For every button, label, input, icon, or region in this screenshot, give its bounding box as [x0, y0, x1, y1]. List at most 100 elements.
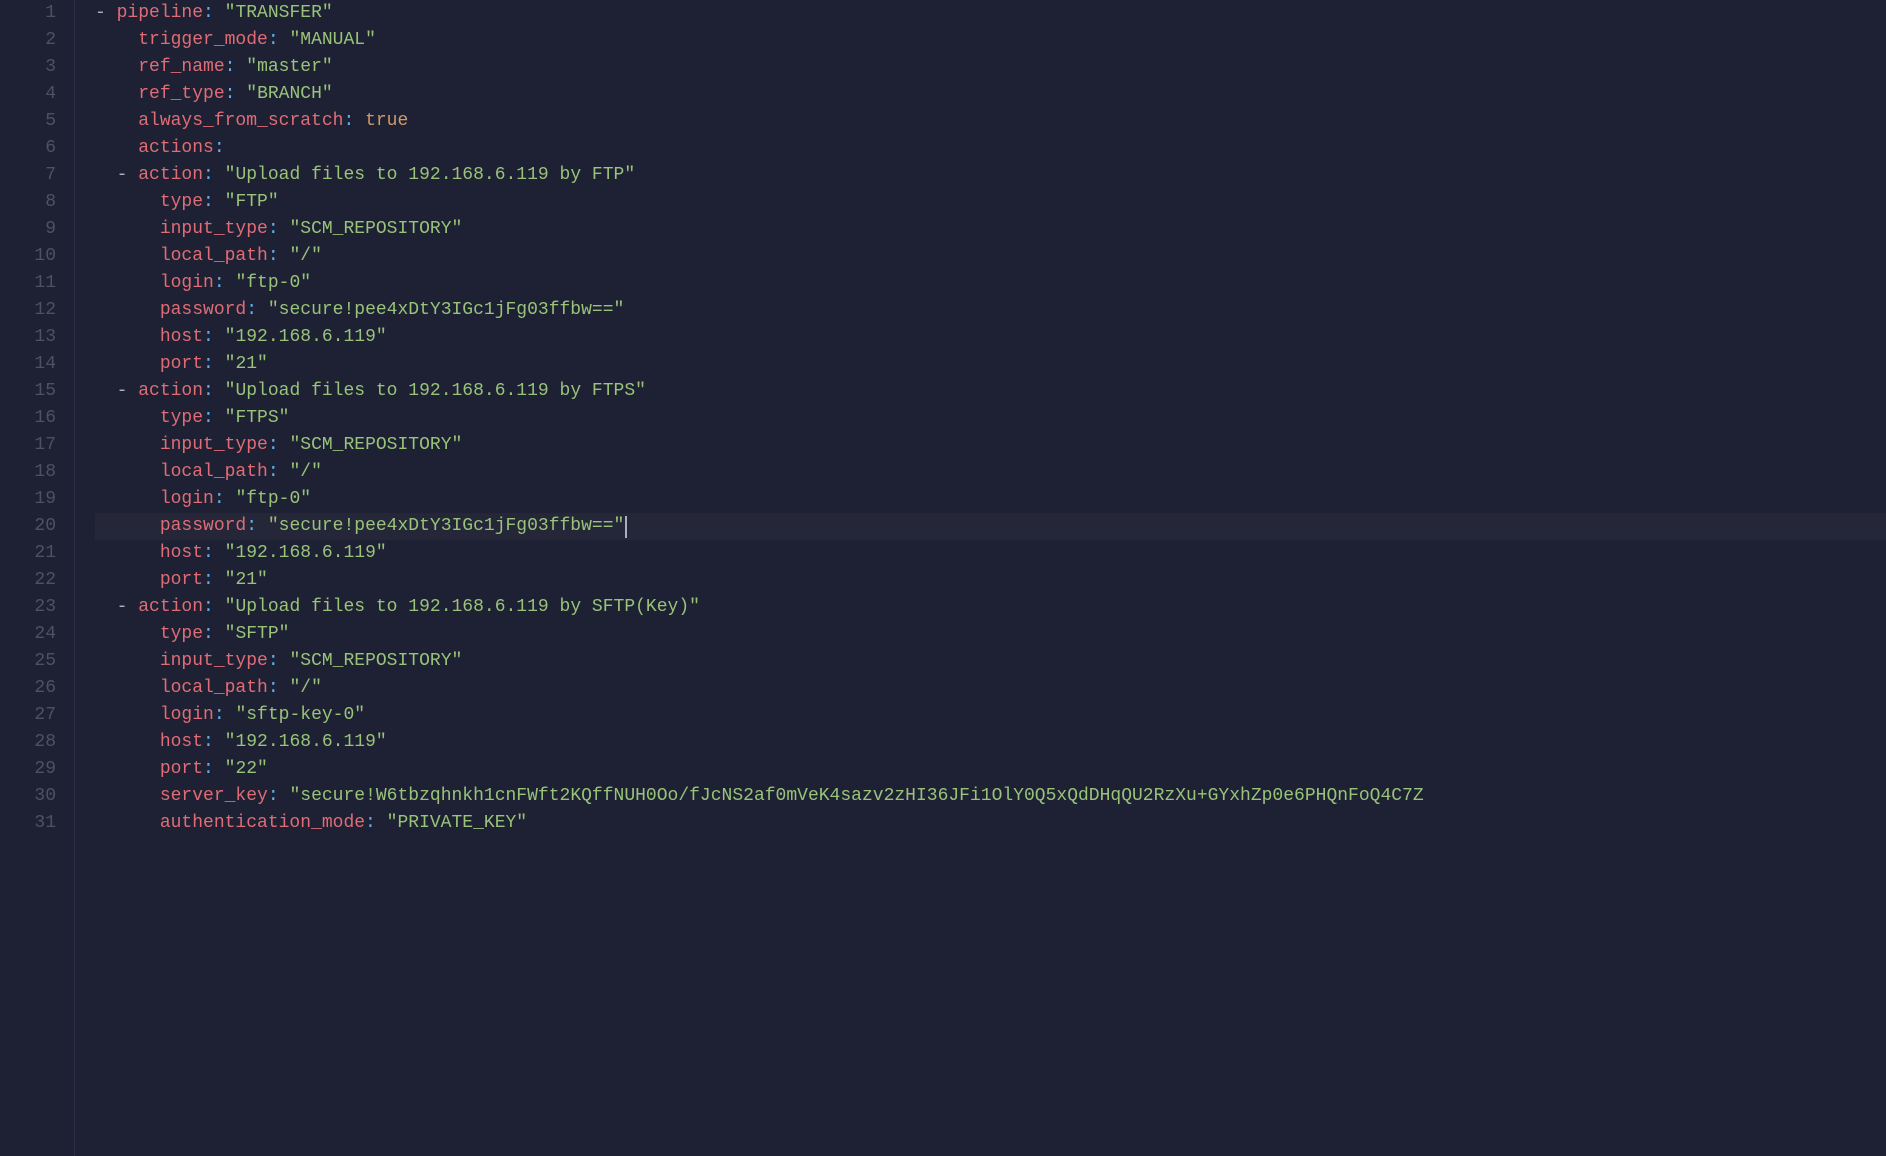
code-line[interactable]: login: "ftp-0" [95, 486, 1886, 513]
code-line[interactable]: input_type: "SCM_REPOSITORY" [95, 432, 1886, 459]
indent [95, 732, 160, 752]
yaml-key: trigger_mode [138, 30, 268, 50]
indent [95, 435, 160, 455]
colon: : [268, 462, 279, 482]
code-line[interactable]: port: "21" [95, 567, 1886, 594]
yaml-value: "FTPS" [225, 408, 290, 428]
yaml-key: host [160, 543, 203, 563]
yaml-key: always_from_scratch [138, 111, 343, 131]
colon: : [203, 381, 214, 401]
colon: : [214, 489, 225, 509]
space [257, 516, 268, 536]
indent [95, 84, 138, 104]
code-line[interactable]: password: "secure!pee4xDtY3IGc1jFg03ffbw… [95, 297, 1886, 324]
indent [95, 462, 160, 482]
yaml-value: "sftp-key-0" [235, 705, 365, 725]
code-line[interactable]: port: "22" [95, 756, 1886, 783]
code-line[interactable]: local_path: "/" [95, 675, 1886, 702]
yaml-key: type [160, 408, 203, 428]
yaml-value: "22" [225, 759, 268, 779]
indent [95, 30, 138, 50]
yaml-key: type [160, 624, 203, 644]
space [225, 705, 236, 725]
colon: : [214, 273, 225, 293]
yaml-value: "21" [225, 570, 268, 590]
code-line[interactable]: host: "192.168.6.119" [95, 324, 1886, 351]
code-line[interactable]: ref_name: "master" [95, 54, 1886, 81]
indent [95, 300, 160, 320]
space [214, 759, 225, 779]
code-line[interactable]: input_type: "SCM_REPOSITORY" [95, 216, 1886, 243]
yaml-value: "ftp-0" [235, 489, 311, 509]
code-line[interactable]: login: "ftp-0" [95, 270, 1886, 297]
yaml-value: "/" [289, 462, 321, 482]
code-line[interactable]: local_path: "/" [95, 459, 1886, 486]
yaml-value: "secure!W6tbzqhnkh1cnFWft2KQffNUH0Oo/fJc… [289, 786, 1423, 806]
indent [95, 705, 160, 725]
yaml-key: input_type [160, 219, 268, 239]
code-line[interactable]: - action: "Upload files to 192.168.6.119… [95, 378, 1886, 405]
line-number: 17 [0, 432, 56, 459]
code-line[interactable]: actions: [95, 135, 1886, 162]
line-number: 27 [0, 702, 56, 729]
code-line[interactable]: login: "sftp-key-0" [95, 702, 1886, 729]
yaml-key: port [160, 354, 203, 374]
yaml-key: type [160, 192, 203, 212]
line-number: 2 [0, 27, 56, 54]
code-line[interactable]: server_key: "secure!W6tbzqhnkh1cnFWft2KQ… [95, 783, 1886, 810]
dash: - [95, 3, 117, 23]
indent [95, 165, 117, 185]
code-line[interactable]: - action: "Upload files to 192.168.6.119… [95, 162, 1886, 189]
yaml-key: port [160, 759, 203, 779]
indent [95, 678, 160, 698]
line-number: 5 [0, 108, 56, 135]
indent [95, 354, 160, 374]
indent [95, 597, 117, 617]
code-line[interactable]: - pipeline: "TRANSFER" [95, 0, 1886, 27]
space [214, 354, 225, 374]
line-number: 30 [0, 783, 56, 810]
yaml-value: "secure!pee4xDtY3IGc1jFg03ffbw==" [268, 516, 624, 536]
yaml-value: "192.168.6.119" [225, 327, 387, 347]
code-line[interactable]: password: "secure!pee4xDtY3IGc1jFg03ffbw… [95, 513, 1886, 540]
code-line[interactable]: always_from_scratch: true [95, 108, 1886, 135]
indent [95, 138, 138, 158]
colon: : [268, 246, 279, 266]
yaml-value: "ftp-0" [235, 273, 311, 293]
code-line[interactable]: trigger_mode: "MANUAL" [95, 27, 1886, 54]
space [225, 489, 236, 509]
yaml-value: "SCM_REPOSITORY" [289, 435, 462, 455]
code-line[interactable]: - action: "Upload files to 192.168.6.119… [95, 594, 1886, 621]
yaml-key: password [160, 300, 246, 320]
yaml-value: "21" [225, 354, 268, 374]
space [214, 327, 225, 347]
space [214, 381, 225, 401]
code-line[interactable]: input_type: "SCM_REPOSITORY" [95, 648, 1886, 675]
code-line[interactable]: ref_type: "BRANCH" [95, 81, 1886, 108]
code-line[interactable]: host: "192.168.6.119" [95, 729, 1886, 756]
indent [95, 111, 138, 131]
line-number: 31 [0, 810, 56, 837]
indent [95, 57, 138, 77]
code-line[interactable]: type: "SFTP" [95, 621, 1886, 648]
line-number: 11 [0, 270, 56, 297]
yaml-key: login [160, 489, 214, 509]
code-line[interactable]: port: "21" [95, 351, 1886, 378]
code-area[interactable]: - pipeline: "TRANSFER" trigger_mode: "MA… [75, 0, 1886, 1156]
indent [95, 246, 160, 266]
yaml-value: "secure!pee4xDtY3IGc1jFg03ffbw==" [268, 300, 624, 320]
colon: : [203, 165, 214, 185]
code-line[interactable]: type: "FTPS" [95, 405, 1886, 432]
code-line[interactable]: host: "192.168.6.119" [95, 540, 1886, 567]
colon: : [365, 813, 376, 833]
code-line[interactable]: local_path: "/" [95, 243, 1886, 270]
code-line[interactable]: type: "FTP" [95, 189, 1886, 216]
code-editor[interactable]: 1234567891011121314151617181920212223242… [0, 0, 1886, 1156]
dash: - [117, 165, 139, 185]
line-number-gutter: 1234567891011121314151617181920212223242… [0, 0, 75, 1156]
yaml-value: "Upload files to 192.168.6.119 by SFTP(K… [225, 597, 700, 617]
yaml-key: action [138, 381, 203, 401]
colon: : [343, 111, 354, 131]
code-line[interactable]: authentication_mode: "PRIVATE_KEY" [95, 810, 1886, 837]
indent [95, 192, 160, 212]
